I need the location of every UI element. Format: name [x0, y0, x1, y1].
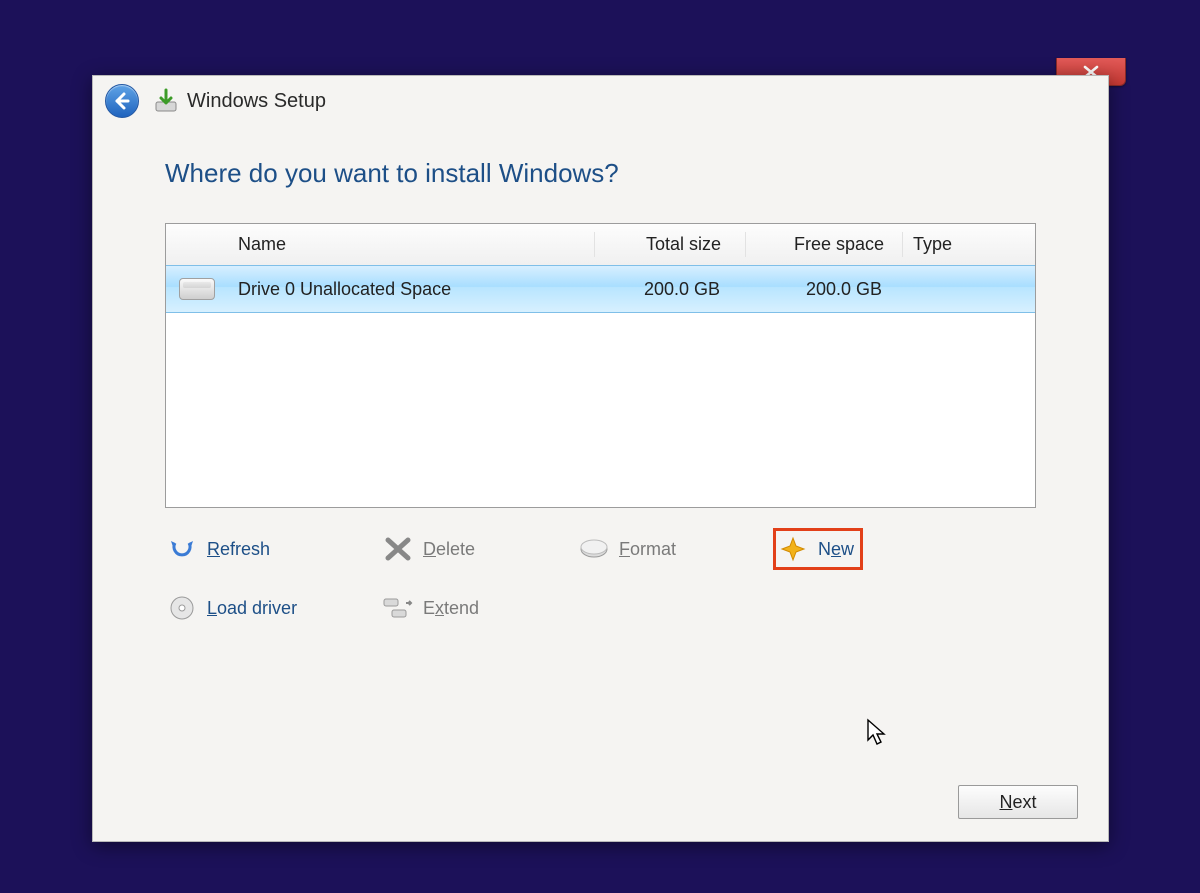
load-driver-button[interactable]: Load driver	[165, 590, 381, 626]
format-label: Format	[619, 539, 676, 560]
delete-button[interactable]: Delete	[381, 531, 577, 567]
drive-row[interactable]: Drive 0 Unallocated Space 200.0 GB 200.0…	[166, 265, 1035, 313]
next-button[interactable]: Next	[958, 785, 1078, 819]
drive-free: 200.0 GB	[744, 279, 900, 300]
delete-icon	[383, 535, 413, 563]
col-header-free[interactable]: Free space	[746, 234, 902, 255]
col-header-name[interactable]: Name	[228, 234, 594, 255]
col-header-total[interactable]: Total size	[595, 234, 745, 255]
back-button[interactable]	[105, 84, 139, 118]
refresh-button[interactable]: Refresh	[165, 531, 381, 567]
drive-list-header: Name Total size Free space Type	[166, 224, 1035, 266]
page-heading: Where do you want to install Windows?	[165, 158, 1036, 189]
cursor-icon	[866, 718, 888, 751]
disc-icon	[167, 594, 197, 622]
format-icon	[579, 535, 609, 563]
setup-dialog: Windows Setup Where do you want to insta…	[92, 75, 1109, 842]
new-icon	[778, 535, 808, 563]
new-button[interactable]: New	[773, 528, 863, 570]
load-driver-label: Load driver	[207, 598, 297, 619]
refresh-icon	[167, 535, 197, 563]
format-button[interactable]: Format	[577, 531, 773, 567]
window-title: Windows Setup	[187, 90, 326, 113]
drive-total: 200.0 GB	[594, 279, 744, 300]
setup-icon	[153, 88, 179, 114]
delete-label: Delete	[423, 539, 475, 560]
drive-tools: Refresh Delete Format	[165, 528, 1036, 626]
drive-name: Drive 0 Unallocated Space	[228, 279, 594, 300]
col-header-type[interactable]: Type	[903, 234, 1033, 255]
new-label: New	[818, 539, 854, 560]
next-label: Next	[999, 792, 1036, 813]
drive-icon	[179, 278, 215, 300]
extend-label: Extend	[423, 598, 479, 619]
extend-button[interactable]: Extend	[381, 590, 577, 626]
titlebar: Windows Setup	[93, 76, 1108, 126]
refresh-label: Refresh	[207, 539, 270, 560]
drive-list: Name Total size Free space Type Drive 0 …	[165, 223, 1036, 508]
extend-icon	[383, 594, 413, 622]
